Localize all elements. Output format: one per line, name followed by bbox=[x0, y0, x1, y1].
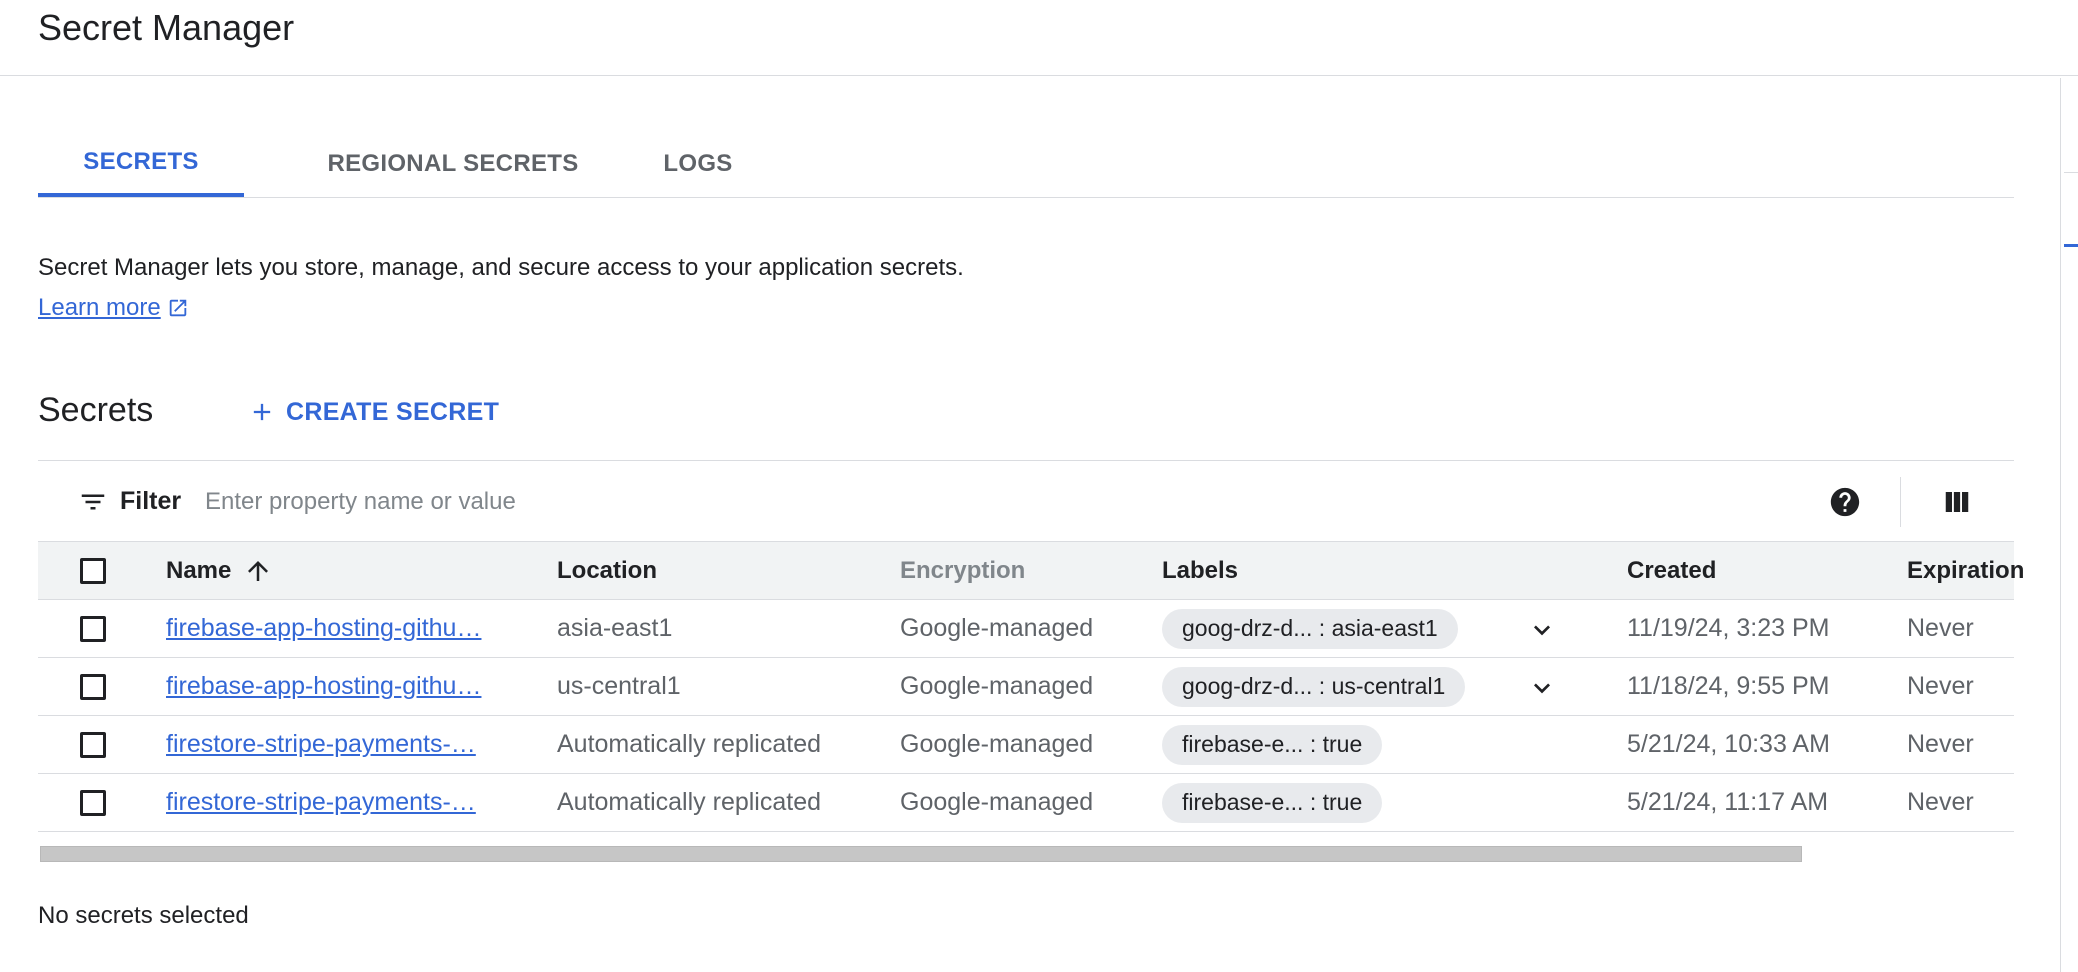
encryption-cell: Google-managed bbox=[900, 788, 1094, 816]
created-cell: 11/18/24, 9:55 PM bbox=[1627, 672, 1830, 700]
encryption-cell: Google-managed bbox=[900, 730, 1094, 758]
tab-secrets[interactable]: SECRETS bbox=[38, 130, 244, 197]
secret-name-link[interactable]: firebase-app-hosting-githu… bbox=[166, 672, 481, 701]
selection-status: No secrets selected bbox=[38, 902, 249, 929]
encryption-cell: Google-managed bbox=[900, 672, 1094, 700]
page-title: Secret Manager bbox=[38, 7, 295, 48]
column-header-created[interactable]: Created bbox=[1627, 542, 1716, 599]
filter-label: Filter bbox=[120, 487, 182, 515]
filter-icon[interactable] bbox=[78, 487, 108, 517]
column-header-name-label: Name bbox=[166, 556, 232, 584]
label-chip: goog-drz-d... : us-central1 bbox=[1162, 666, 1466, 707]
side-panel-divider bbox=[2060, 78, 2061, 972]
table-row: firestore-stripe-payments-… Automaticall… bbox=[38, 774, 2014, 832]
table-row: firebase-app-hosting-githu… us-central1 … bbox=[38, 658, 2014, 716]
expiration-cell: Never bbox=[1907, 614, 1974, 642]
table-row: firestore-stripe-payments-… Automaticall… bbox=[38, 716, 2014, 774]
row-checkbox[interactable] bbox=[80, 616, 106, 642]
label-chip: firebase-e... : true bbox=[1162, 724, 1383, 765]
chevron-down-icon[interactable] bbox=[1526, 672, 1558, 704]
learn-more-label: Learn more bbox=[38, 294, 161, 321]
row-checkbox[interactable] bbox=[80, 732, 106, 758]
tab-bar: SECRETS REGIONAL SECRETS LOGS bbox=[38, 130, 2014, 198]
tab-logs[interactable]: LOGS bbox=[618, 130, 778, 197]
location-cell: asia-east1 bbox=[557, 614, 673, 642]
expiration-cell: Never bbox=[1907, 672, 1974, 700]
location-cell: Automatically replicated bbox=[557, 730, 822, 758]
filter-input[interactable] bbox=[203, 481, 1207, 523]
side-panel-accent bbox=[2064, 244, 2078, 247]
secret-name-link[interactable]: firestore-stripe-payments-… bbox=[166, 730, 476, 759]
create-secret-button[interactable]: CREATE SECRET bbox=[248, 392, 499, 432]
table-row: firebase-app-hosting-githu… asia-east1 G… bbox=[38, 600, 2014, 658]
column-header-encryption[interactable]: Encryption bbox=[900, 542, 1025, 599]
secrets-table: Name Location Encryption Labels Created … bbox=[38, 542, 2024, 832]
columns-icon[interactable] bbox=[1942, 487, 1972, 517]
label-chip: firebase-e... : true bbox=[1162, 782, 1383, 823]
learn-more-link[interactable]: Learn more bbox=[38, 292, 189, 324]
filter-bar: Filter bbox=[38, 460, 2014, 542]
label-chip: goog-drz-d... : asia-east1 bbox=[1162, 608, 1458, 649]
column-header-location[interactable]: Location bbox=[557, 542, 657, 599]
tab-regional-secrets[interactable]: REGIONAL SECRETS bbox=[288, 130, 618, 197]
filter-divider bbox=[1900, 477, 1901, 527]
column-header-expiration[interactable]: Expiration bbox=[1907, 542, 2024, 599]
arrow-up-icon[interactable] bbox=[243, 556, 273, 586]
chevron-down-icon[interactable] bbox=[1526, 614, 1558, 646]
expiration-cell: Never bbox=[1907, 730, 1974, 758]
column-header-name[interactable]: Name bbox=[166, 542, 273, 599]
secrets-section-title: Secrets bbox=[38, 391, 154, 429]
select-all-checkbox[interactable] bbox=[80, 558, 106, 584]
row-checkbox[interactable] bbox=[80, 790, 106, 816]
secret-name-link[interactable]: firestore-stripe-payments-… bbox=[166, 788, 476, 817]
column-header-labels[interactable]: Labels bbox=[1162, 542, 1238, 599]
open-in-new-icon bbox=[169, 299, 186, 317]
created-cell: 11/19/24, 3:23 PM bbox=[1627, 614, 1830, 642]
location-cell: us-central1 bbox=[557, 672, 681, 700]
created-cell: 5/21/24, 10:33 AM bbox=[1627, 730, 1830, 758]
encryption-cell: Google-managed bbox=[900, 614, 1094, 642]
horizontal-scrollbar-thumb[interactable] bbox=[40, 846, 1802, 862]
table-header-row: Name Location Encryption Labels Created … bbox=[38, 542, 2024, 600]
page-header: Secret Manager bbox=[0, 0, 2078, 76]
expiration-cell: Never bbox=[1907, 788, 1974, 816]
row-checkbox[interactable] bbox=[80, 674, 106, 700]
side-panel-tick bbox=[2064, 172, 2078, 173]
help-icon[interactable] bbox=[1828, 485, 1862, 519]
create-secret-label: CREATE SECRET bbox=[286, 397, 500, 426]
location-cell: Automatically replicated bbox=[557, 788, 822, 816]
secret-name-link[interactable]: firebase-app-hosting-githu… bbox=[166, 614, 481, 643]
intro-description: Secret Manager lets you store, manage, a… bbox=[38, 254, 964, 281]
plus-icon bbox=[253, 403, 271, 421]
created-cell: 5/21/24, 11:17 AM bbox=[1627, 788, 1829, 816]
